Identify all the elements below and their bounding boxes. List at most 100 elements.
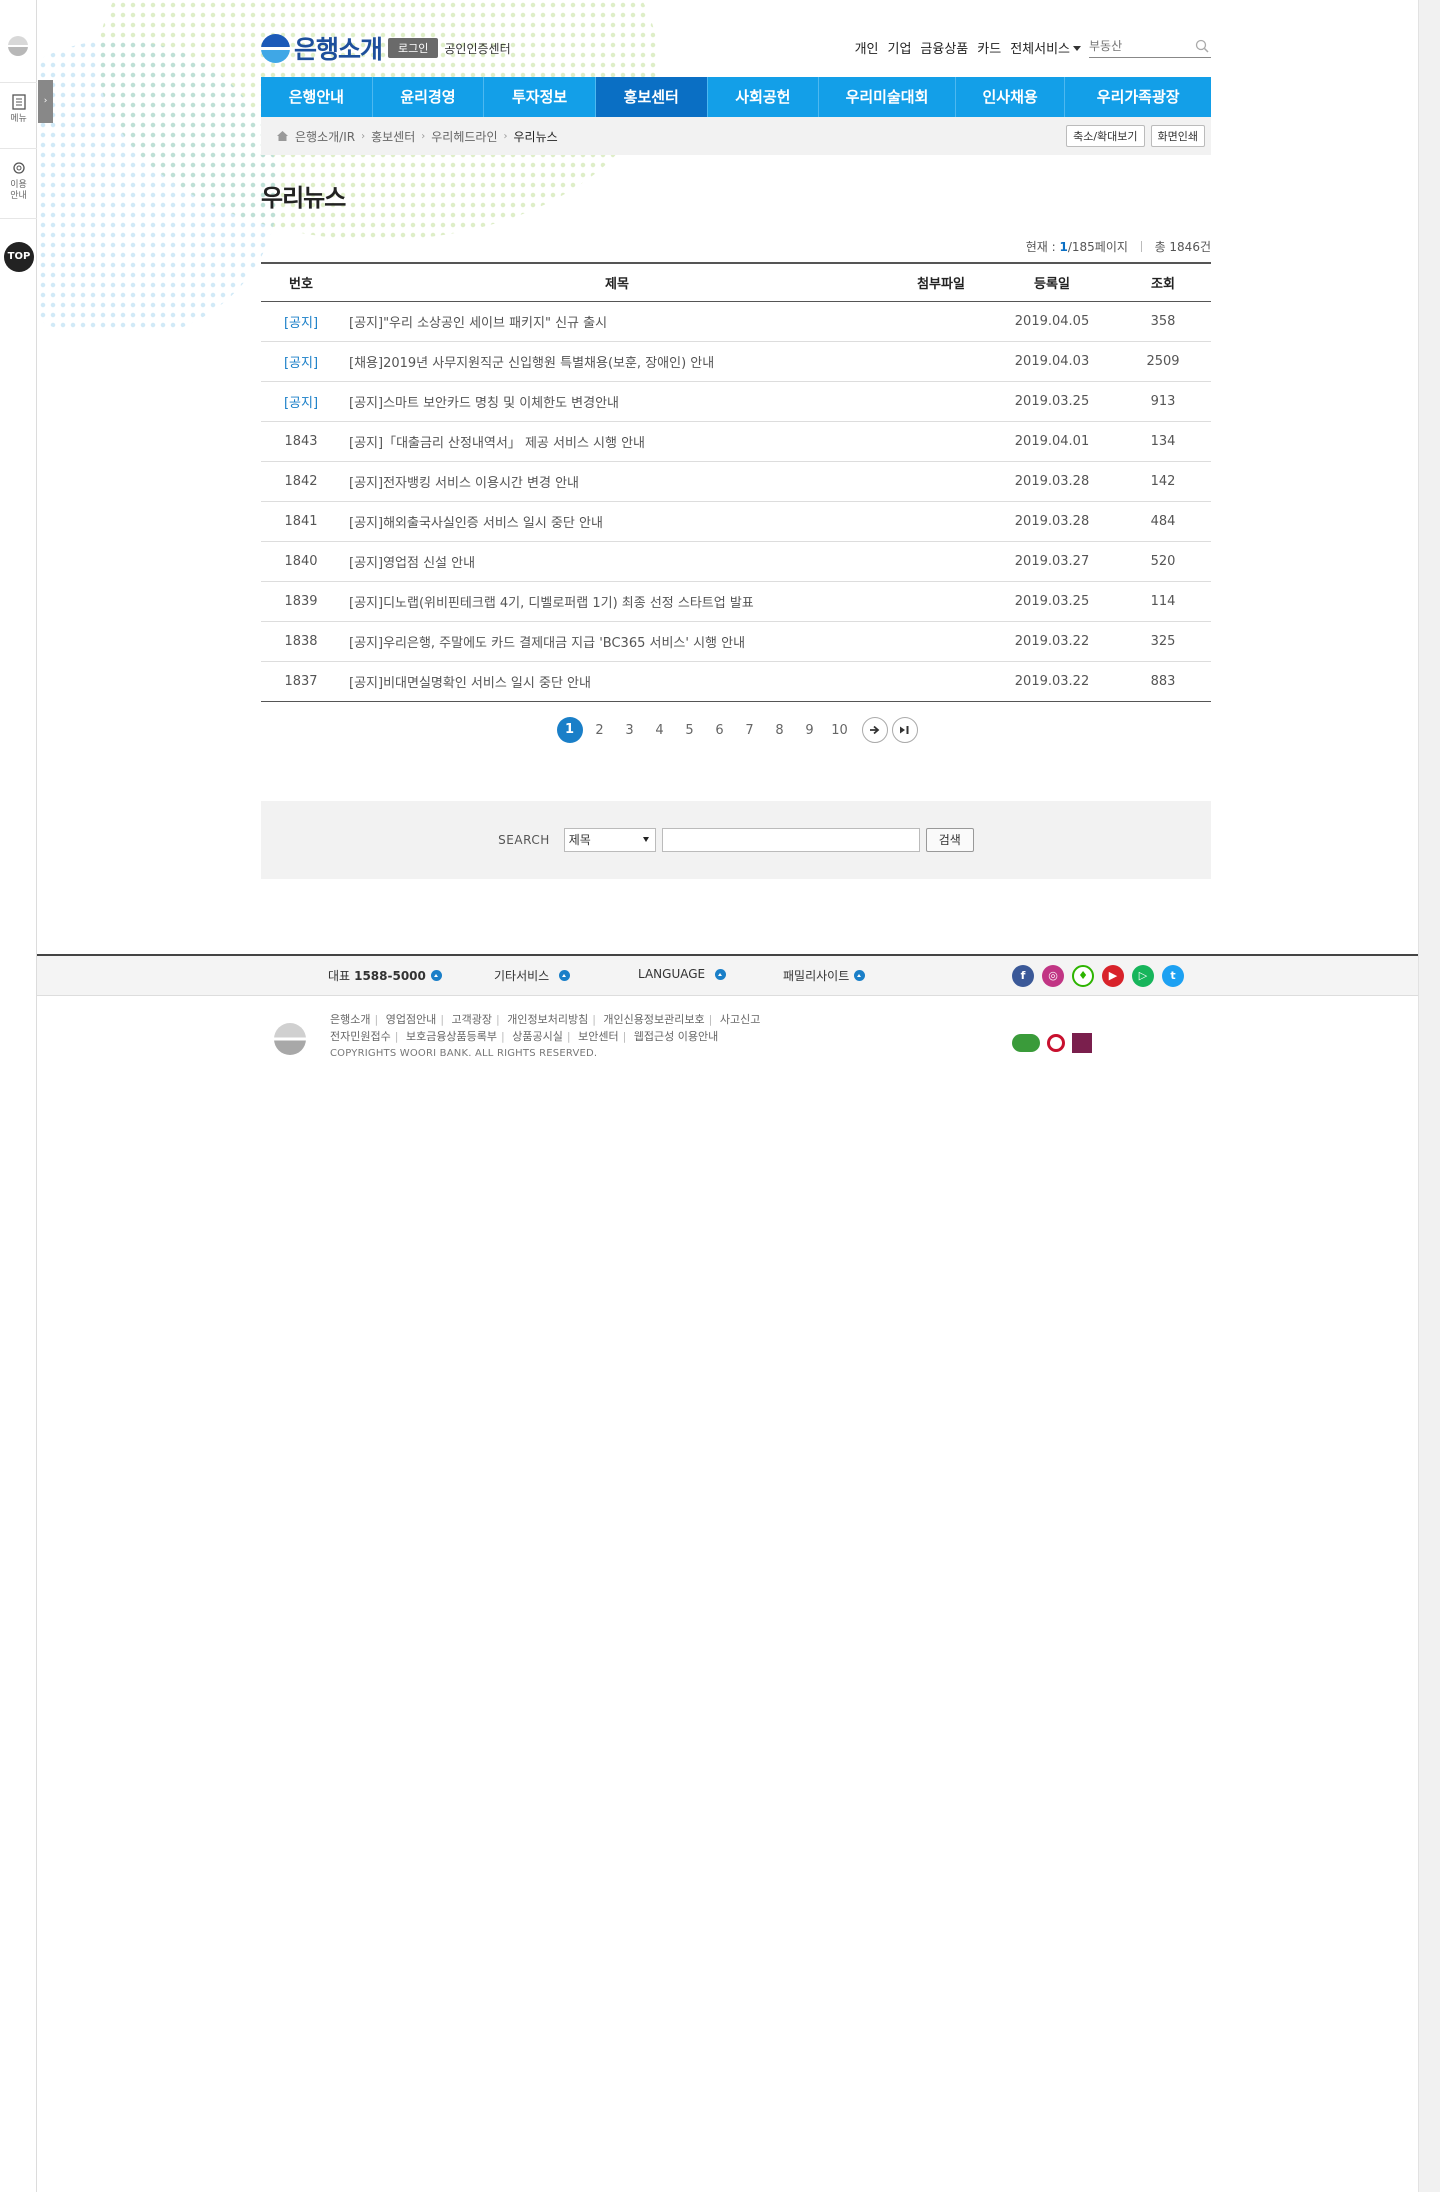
footer-rep-number[interactable]: 대표 1588-5000 [328, 967, 442, 984]
row-title-link[interactable]: [공지]"우리 소상공인 세이브 패키지" 신규 출시 [341, 301, 893, 342]
footer-link-incident[interactable]: 사고신고 [720, 1013, 760, 1026]
footer-family-sites[interactable]: 패밀리사이트 [783, 967, 866, 984]
tab-ethics[interactable]: 윤리경영 [373, 77, 485, 117]
row-attachment [893, 661, 989, 702]
zoom-button[interactable]: 축소/확대보기 [1066, 125, 1145, 147]
util-link-all-services[interactable]: 전체서비스 [1010, 38, 1081, 57]
search-keyword-input[interactable] [661, 828, 920, 852]
table-row[interactable]: 1839 [공지]디노랩(위비핀테크랩 4기, 디벨로퍼랩 1기) 최종 선정 스… [261, 581, 1211, 622]
footer-link-privacy[interactable]: 개인정보처리방침 [507, 1013, 588, 1026]
row-views: 134 [1115, 421, 1211, 462]
row-title-link[interactable]: [공지]비대면실명확인 서비스 일시 중단 안내 [341, 661, 893, 702]
youtube-icon[interactable]: ▶ [1102, 965, 1124, 987]
footer-links-row-2: 전자민원접수 | 보호금융상품등록부 | 상품공시실 | 보안센터 | 웹접근성 이용안… [330, 1030, 719, 1043]
total-count: 총 1846건 [1154, 240, 1211, 254]
play-icon[interactable]: ▷ [1132, 965, 1154, 987]
page-link-10[interactable]: 10 [825, 723, 855, 738]
util-link-products[interactable]: 금융상품 [920, 38, 968, 57]
tab-social[interactable]: 사회공헌 [708, 77, 820, 117]
search-field-select[interactable]: 제목 [563, 828, 656, 852]
util-link-card[interactable]: 카드 [977, 38, 1001, 57]
bank-logo-icon [8, 36, 28, 56]
row-views: 358 [1115, 301, 1211, 342]
footer-links-row-1: 은행소개 | 영업점안내 | 고객광장 | 개인정보처리방침 | 개인신용정보관리보호 |… [330, 1013, 761, 1026]
footer-link-accessibility[interactable]: 웹접근성 이용안내 [634, 1030, 718, 1043]
breadcrumb-item-bank-ir[interactable]: 은행소개/IR [295, 128, 355, 145]
table-row[interactable]: [공지] [공지]스마트 보안카드 명칭 및 이체한도 변경안내 2019.03.2… [261, 381, 1211, 422]
table-row[interactable]: 1842 [공지]전자뱅킹 서비스 이용시간 변경 안내 2019.03.28 142 [261, 461, 1211, 502]
tab-pr-center[interactable]: 홍보센터 [595, 77, 708, 117]
footer-other-services[interactable]: 기타서비스 [494, 967, 571, 984]
left-quick-rail: 메뉴 이용 안내 TOP [0, 0, 37, 2192]
row-date: 2019.04.01 [989, 421, 1115, 462]
table-row[interactable]: [공지] [채용]2019년 사무지원직군 신입행원 특별채용(보훈, 장애인) … [261, 341, 1211, 382]
row-date: 2019.04.03 [989, 341, 1115, 382]
footer-language[interactable]: LANGUAGE [638, 967, 727, 981]
util-link-corporate[interactable]: 기업 [888, 38, 912, 57]
row-title-link[interactable]: [공지]우리은행, 주말에도 카드 결제대금 지급 'BC365 서비스' 시행… [341, 621, 893, 662]
footer-link-disclosure[interactable]: 상품공시실 [512, 1030, 563, 1043]
header-search-input[interactable] [1089, 36, 1189, 56]
rail-guide-label-1: 이용 [10, 180, 27, 190]
rail-menu-button[interactable]: 메뉴 [0, 94, 37, 125]
table-row[interactable]: 1841 [공지]해외출국사실인증 서비스 일시 중단 안내 2019.03.28 4… [261, 501, 1211, 542]
rail-guide-button[interactable]: 이용 안내 [0, 160, 37, 202]
table-row[interactable]: [공지] [공지]"우리 소상공인 세이브 패키지" 신규 출시 2019.04.0… [261, 301, 1211, 342]
cert-center-link[interactable]: 공인인증센터 [444, 40, 510, 57]
footer-link-credit-info[interactable]: 개인신용정보관리보호 [603, 1013, 704, 1026]
footer-link-bank-intro[interactable]: 은행소개 [330, 1013, 370, 1026]
twitter-icon[interactable]: t [1162, 965, 1184, 987]
tab-bank-info[interactable]: 은행안내 [261, 77, 373, 117]
page-link-1[interactable]: 1 [556, 717, 583, 743]
footer-link-protected-products[interactable]: 보호금융상품등록부 [406, 1030, 497, 1043]
row-attachment [893, 501, 989, 542]
row-attachment [893, 341, 989, 382]
footer-link-branch[interactable]: 영업점안내 [386, 1013, 437, 1026]
row-title-link[interactable]: [공지]전자뱅킹 서비스 이용시간 변경 안내 [341, 461, 893, 502]
row-date: 2019.03.22 [989, 661, 1115, 702]
page-link-7[interactable]: 7 [735, 723, 765, 738]
util-link-personal[interactable]: 개인 [855, 38, 879, 57]
next-page-button[interactable] [861, 717, 888, 743]
rail-expand-toggle[interactable]: › [38, 80, 53, 123]
row-title-link[interactable]: [공지]해외출국사실인증 서비스 일시 중단 안내 [341, 501, 893, 542]
instagram-icon[interactable]: ◎ [1042, 965, 1064, 987]
kakao-icon[interactable]: ♦ [1072, 965, 1094, 987]
table-row[interactable]: 1840 [공지]영업점 신설 안내 2019.03.27 520 [261, 541, 1211, 582]
scroll-top-button[interactable]: TOP [4, 242, 34, 272]
breadcrumb-item-headline[interactable]: 우리헤드라인 [431, 128, 497, 145]
breadcrumb-item-pr-center[interactable]: 홍보센터 [371, 128, 415, 145]
search-submit-button[interactable]: 검색 [925, 828, 974, 852]
row-title-link[interactable]: [공지]「대출금리 산정내역서」 제공 서비스 시행 안내 [341, 421, 893, 462]
table-row[interactable]: 1843 [공지]「대출금리 산정내역서」 제공 서비스 시행 안내 2019.04… [261, 421, 1211, 462]
site-brand: 은행소개 로그인 공인인증센터 [261, 30, 511, 66]
row-title-link[interactable]: [공지]스마트 보안카드 명칭 및 이체한도 변경안내 [341, 381, 893, 422]
brand-title[interactable]: 은행소개 [294, 30, 383, 66]
page-link-9[interactable]: 9 [795, 723, 825, 738]
last-page-button[interactable] [891, 717, 918, 743]
page-link-8[interactable]: 8 [765, 723, 795, 738]
row-title-link[interactable]: [공지]영업점 신설 안내 [341, 541, 893, 582]
tab-family[interactable]: 우리가족광장 [1065, 77, 1211, 117]
facebook-icon[interactable]: f [1012, 965, 1034, 987]
row-views: 2509 [1115, 341, 1211, 382]
login-button[interactable]: 로그인 [388, 38, 439, 58]
table-row[interactable]: 1838 [공지]우리은행, 주말에도 카드 결제대금 지급 'BC365 서비스… [261, 621, 1211, 662]
page-link-3[interactable]: 3 [615, 723, 645, 738]
scrollbar[interactable] [1418, 0, 1440, 2192]
row-title-link[interactable]: [공지]디노랩(위비핀테크랩 4기, 디벨로퍼랩 1기) 최종 선정 스타트업 … [341, 581, 893, 622]
page-link-4[interactable]: 4 [645, 723, 675, 738]
page-link-5[interactable]: 5 [675, 723, 705, 738]
row-title-link[interactable]: [채용]2019년 사무지원직군 신입행원 특별채용(보훈, 장애인) 안내 [341, 341, 893, 382]
print-button[interactable]: 화면인쇄 [1150, 125, 1205, 147]
page-link-2[interactable]: 2 [585, 723, 615, 738]
woori-logo-icon[interactable] [261, 33, 290, 63]
footer-link-complaint[interactable]: 전자민원접수 [330, 1030, 391, 1043]
footer-link-security[interactable]: 보안센터 [578, 1030, 618, 1043]
tab-art-contest[interactable]: 우리미술대회 [819, 77, 956, 117]
tab-recruit[interactable]: 인사채용 [956, 77, 1066, 117]
page-link-6[interactable]: 6 [705, 723, 735, 738]
footer-link-customer[interactable]: 고객광장 [452, 1013, 492, 1026]
table-row[interactable]: 1837 [공지]비대면실명확인 서비스 일시 중단 안내 2019.03.22 88… [261, 661, 1211, 702]
tab-investor[interactable]: 투자정보 [484, 77, 596, 117]
